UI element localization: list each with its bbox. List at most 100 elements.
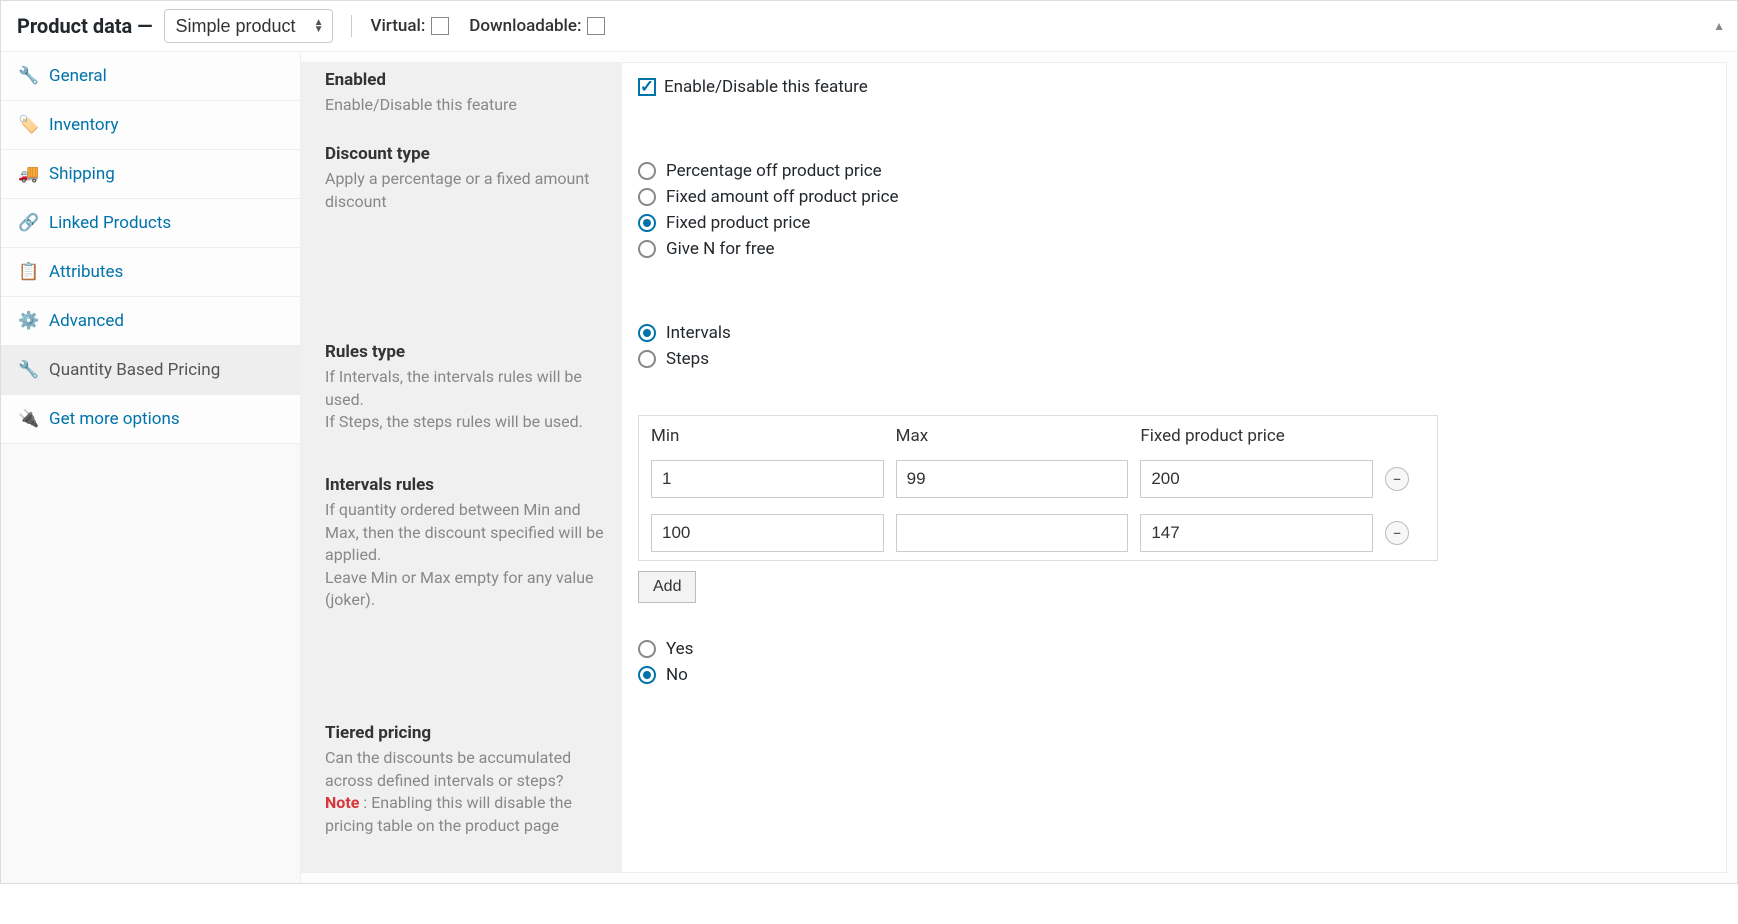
sidebar: 🔧 General 🏷️ Inventory 🚚 Shipping 🔗 Link… [1, 52, 301, 883]
radio-steps[interactable]: Steps [638, 349, 1710, 369]
radio-label: Steps [666, 349, 709, 369]
sidebar-item-inventory[interactable]: 🏷️ Inventory [1, 101, 300, 150]
tiered-desc: Tiered pricing Can the discounts be accu… [325, 723, 605, 837]
radio-icon [638, 324, 656, 342]
sidebar-item-general[interactable]: 🔧 General [1, 52, 300, 101]
sidebar-item-more-options[interactable]: 🔌 Get more options [1, 395, 300, 444]
rules-table-header: Min Max Fixed product price [639, 416, 1437, 452]
sidebar-item-label: Attributes [49, 262, 123, 282]
tiered-desc-post: : Enabling this will disable the pricing… [325, 793, 572, 834]
radio-icon [638, 240, 656, 258]
truck-icon: 🚚 [19, 164, 39, 184]
fields-column: ✓ Enable/Disable this feature Percentage… [621, 62, 1727, 873]
rules-type-desc-text: If Intervals, the intervals rules will b… [325, 366, 605, 433]
tiered-title: Tiered pricing [325, 723, 605, 743]
remove-row-button[interactable]: − [1385, 521, 1409, 545]
radio-label: Give N for free [666, 239, 775, 259]
price-input[interactable] [1140, 460, 1373, 498]
virtual-checkbox[interactable] [431, 17, 449, 35]
discount-type-desc-text: Apply a percentage or a fixed amount dis… [325, 168, 605, 213]
sidebar-item-label: Quantity Based Pricing [49, 360, 220, 380]
intervals-rules-table: Min Max Fixed product price − [638, 415, 1438, 561]
enabled-checkbox-row[interactable]: ✓ Enable/Disable this feature [638, 77, 1710, 97]
radio-icon [638, 350, 656, 368]
col-price: Fixed product price [1140, 426, 1373, 446]
add-row-button[interactable]: Add [638, 571, 696, 603]
sidebar-item-label: Get more options [49, 409, 180, 429]
radio-percentage[interactable]: Percentage off product price [638, 161, 1710, 181]
radio-fixed-amount[interactable]: Fixed amount off product price [638, 187, 1710, 207]
sidebar-item-label: General [49, 66, 107, 86]
radio-no[interactable]: No [638, 665, 1710, 685]
sidebar-item-attributes[interactable]: 📋 Attributes [1, 248, 300, 297]
panel-title: Product data — [17, 14, 152, 38]
panel-header: Product data — Simple product ▲▼ Virtual… [1, 1, 1737, 52]
price-input[interactable] [1140, 514, 1373, 552]
max-input[interactable] [896, 514, 1129, 552]
intervals-rules-desc: Intervals rules If quantity ordered betw… [325, 475, 605, 695]
virtual-label: Virtual: [370, 16, 425, 36]
discount-type-desc: Discount type Apply a percentage or a fi… [325, 144, 605, 314]
sidebar-item-qty-pricing[interactable]: 🔧 Quantity Based Pricing [1, 346, 300, 395]
tiered-note-label: Note [325, 793, 359, 812]
product-type-select-wrap: Simple product ▲▼ [164, 9, 333, 43]
radio-give-n-free[interactable]: Give N for free [638, 239, 1710, 259]
radio-icon [638, 188, 656, 206]
rules-type-desc: Rules type If Intervals, the intervals r… [325, 342, 605, 447]
radio-label: Percentage off product price [666, 161, 882, 181]
discount-type-radios: Percentage off product price Fixed amoun… [638, 161, 1710, 259]
min-input[interactable] [651, 514, 884, 552]
plug-icon: 🔌 [19, 409, 39, 429]
sidebar-item-label: Linked Products [49, 213, 171, 233]
radio-icon [638, 162, 656, 180]
product-data-panel: Product data — Simple product ▲▼ Virtual… [0, 0, 1738, 884]
remove-row-button[interactable]: − [1385, 467, 1409, 491]
enabled-desc-text: Enable/Disable this feature [325, 94, 605, 116]
min-input[interactable] [651, 460, 884, 498]
radio-icon [638, 666, 656, 684]
rules-row: − [639, 452, 1437, 506]
description-column: Enabled Enable/Disable this feature Disc… [301, 62, 621, 873]
radio-fixed-price[interactable]: Fixed product price [638, 213, 1710, 233]
gear-icon: ⚙️ [19, 311, 39, 331]
sidebar-item-shipping[interactable]: 🚚 Shipping [1, 150, 300, 199]
list-icon: 📋 [19, 262, 39, 282]
radio-yes[interactable]: Yes [638, 639, 1710, 659]
radio-label: Fixed product price [666, 213, 810, 233]
enabled-title: Enabled [325, 70, 605, 90]
collapse-toggle-icon[interactable]: ▲ [1713, 19, 1725, 33]
intervals-rules-desc-text: If quantity ordered between Min and Max,… [325, 499, 605, 611]
divider [351, 15, 352, 37]
downloadable-label-wrap[interactable]: Downloadable: [469, 16, 605, 36]
sidebar-item-linked[interactable]: 🔗 Linked Products [1, 199, 300, 248]
radio-icon [638, 214, 656, 232]
product-type-select[interactable]: Simple product [164, 9, 333, 43]
tiered-desc-text: Can the discounts be accumulated across … [325, 747, 605, 837]
rules-type-title: Rules type [325, 342, 605, 362]
downloadable-checkbox[interactable] [587, 17, 605, 35]
virtual-label-wrap[interactable]: Virtual: [370, 16, 449, 36]
col-min: Min [651, 426, 884, 446]
enabled-checkbox-label: Enable/Disable this feature [664, 77, 868, 97]
radio-icon [638, 640, 656, 658]
sidebar-item-label: Shipping [49, 164, 115, 184]
wrench-icon: 🔧 [19, 66, 39, 86]
sidebar-item-advanced[interactable]: ⚙️ Advanced [1, 297, 300, 346]
radio-label: No [666, 665, 688, 685]
downloadable-label: Downloadable: [469, 16, 581, 36]
rules-type-radios: Intervals Steps [638, 323, 1710, 369]
radio-label: Yes [666, 639, 693, 659]
tiered-desc-pre: Can the discounts be accumulated across … [325, 748, 571, 789]
max-input[interactable] [896, 460, 1129, 498]
radio-intervals[interactable]: Intervals [638, 323, 1710, 343]
enabled-checkbox[interactable]: ✓ [638, 78, 656, 96]
radio-label: Fixed amount off product price [666, 187, 899, 207]
tiered-radios: Yes No [638, 639, 1710, 685]
col-max: Max [896, 426, 1129, 446]
discount-type-title: Discount type [325, 144, 605, 164]
sidebar-item-label: Inventory [49, 115, 119, 135]
wrench-icon: 🔧 [19, 360, 39, 380]
panel-body: 🔧 General 🏷️ Inventory 🚚 Shipping 🔗 Link… [1, 52, 1737, 883]
intervals-rules-title: Intervals rules [325, 475, 605, 495]
enabled-desc: Enabled Enable/Disable this feature [325, 70, 605, 116]
